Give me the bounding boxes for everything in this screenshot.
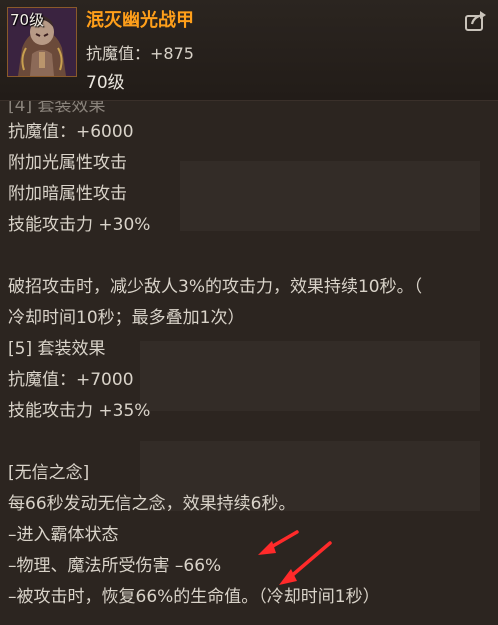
set-stat-line: 抗魔值：+7000	[8, 370, 134, 390]
tooltip-header: 70级 泯灭幽光战甲 抗魔值：+875 70级	[0, 0, 498, 101]
set-effect-heading: [5] 套装效果	[8, 339, 106, 359]
skill-effect-line: –进入霸体状态	[8, 525, 119, 545]
item-level-badge: 70级	[10, 11, 45, 29]
set-effect-desc: 冷却时间10秒；最多叠加1次）	[8, 308, 245, 328]
item-icon[interactable]: 70级	[7, 7, 77, 77]
skill-desc: 每66秒发动无信之念，效果持续6秒。	[8, 494, 296, 514]
skill-name: [无信之念]	[8, 463, 90, 483]
set-stat-line: 附加暗属性攻击	[8, 184, 127, 204]
item-header-stat: 抗魔值：+875	[86, 44, 194, 63]
background-ghost	[180, 161, 480, 231]
item-name: 泯灭幽光战甲	[86, 10, 194, 31]
set-stat-line: 附加光属性攻击	[8, 153, 127, 173]
cut-off-line: [4] 套装效果	[8, 101, 106, 116]
background-ghost	[140, 341, 480, 411]
set-stat-line: 抗魔值：+6000	[8, 122, 134, 142]
skill-effect-line: –被攻击时，恢复66%的生命值。（冷却时间1秒）	[8, 587, 380, 607]
share-icon[interactable]	[464, 10, 488, 32]
set-stat-line: 技能攻击力 +35%	[8, 401, 151, 421]
item-tooltip: 70级 泯灭幽光战甲 抗魔值：+875 70级 [4] 套装效果 抗魔值：+60…	[0, 0, 498, 625]
skill-effect-line: –物理、魔法所受伤害 –66%	[8, 556, 222, 576]
set-stat-line: 技能攻击力 +30%	[8, 215, 151, 235]
tooltip-body: [4] 套装效果 抗魔值：+6000 附加光属性攻击 附加暗属性攻击 技能攻击力…	[0, 101, 498, 625]
item-required-level: 70级	[86, 73, 125, 93]
set-effect-desc: 破招攻击时，减少敌人3%的攻击力，效果持续10秒。（	[8, 277, 423, 297]
